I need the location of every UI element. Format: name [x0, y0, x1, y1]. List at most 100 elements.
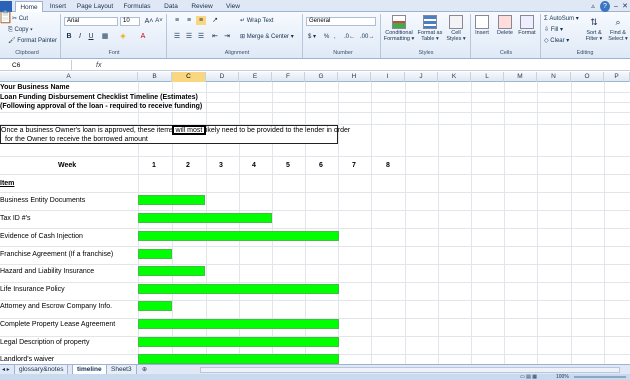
column-header-e[interactable]: E	[239, 72, 272, 82]
item-label[interactable]: Business Entity Documents	[0, 196, 85, 205]
format-cells-button[interactable]: Format	[516, 15, 538, 36]
item-label[interactable]: Tax ID #'s	[0, 214, 31, 223]
week-number[interactable]: 4	[252, 161, 256, 170]
font-color-icon[interactable]: A	[138, 32, 148, 41]
increase-decimal-icon[interactable]: .0←	[344, 33, 355, 41]
item-label[interactable]: Franchise Agreement (If a franchise)	[0, 250, 113, 259]
week-number[interactable]: 6	[319, 161, 323, 170]
minimize-ribbon-icon[interactable]: ▵	[588, 1, 598, 12]
column-header-f[interactable]: F	[272, 72, 305, 82]
merge-center-button[interactable]: ⊞ Merge & Center ▾	[240, 33, 294, 41]
delete-cells-button[interactable]: Delete	[494, 15, 516, 36]
paste-icon[interactable]: 📋	[0, 11, 13, 23]
comma-button[interactable]: ,	[334, 33, 336, 41]
percent-button[interactable]: %	[324, 33, 329, 41]
format-as-table-button[interactable]: Format as Table ▾	[416, 15, 444, 42]
insert-function-button[interactable]: fx	[96, 60, 108, 71]
timeline-bar[interactable]	[138, 284, 339, 294]
autosum-button[interactable]: Σ AutoSum ▾	[544, 15, 579, 23]
insert-cells-button[interactable]: Insert	[472, 15, 492, 36]
zoom-level[interactable]: 100%	[556, 374, 569, 380]
column-header-g[interactable]: G	[305, 72, 338, 82]
tab-view[interactable]: View	[222, 1, 244, 12]
timeline-bar[interactable]	[138, 195, 205, 205]
column-header-a[interactable]: A	[0, 72, 138, 82]
item-label[interactable]: Attorney and Escrow Company Info.	[0, 302, 112, 311]
font-size-select[interactable]: 10	[120, 17, 140, 26]
cell-styles-button[interactable]: Cell Styles ▾	[444, 15, 468, 42]
horizontal-scrollbar[interactable]	[200, 367, 620, 373]
week-number[interactable]: 2	[186, 161, 190, 170]
wrap-text-button[interactable]: ↵ Wrap Text	[240, 17, 274, 25]
week-number[interactable]: 3	[219, 161, 223, 170]
timeline-bar[interactable]	[138, 301, 172, 311]
column-header-k[interactable]: K	[438, 72, 471, 82]
timeline-bar[interactable]	[138, 337, 339, 347]
week-number[interactable]: 8	[386, 161, 390, 170]
timeline-bar[interactable]	[138, 213, 272, 223]
tab-data[interactable]: Data	[160, 1, 182, 12]
tab-formulas[interactable]: Formulas	[122, 1, 152, 12]
item-label[interactable]: Landlord's waiver	[0, 355, 54, 364]
item-label[interactable]: Complete Property Lease Agreement	[0, 320, 115, 329]
decrease-indent-icon[interactable]: ⇤	[210, 32, 220, 41]
font-name-select[interactable]: Arial	[64, 17, 118, 26]
clear-button[interactable]: ◇ Clear ▾	[544, 37, 569, 45]
tab-home[interactable]: Home	[15, 1, 43, 12]
instructions-box[interactable]: Once a business Owner's loan is approved…	[0, 125, 350, 144]
week-number[interactable]: 7	[352, 161, 356, 170]
decrease-decimal-icon[interactable]: .00→	[360, 33, 374, 41]
timeline-bar[interactable]	[138, 249, 172, 259]
name-box[interactable]: C6	[0, 60, 72, 71]
column-header-i[interactable]: I	[371, 72, 405, 82]
align-middle-icon[interactable]: ≡	[184, 16, 194, 25]
number-format-select[interactable]: General	[306, 17, 376, 26]
italic-button[interactable]: I	[75, 32, 85, 41]
item-label[interactable]: Legal Description of property	[0, 338, 90, 347]
tab-insert[interactable]: Insert	[46, 1, 70, 12]
find-select-button[interactable]: ⌕ Find & Select ▾	[606, 15, 630, 42]
item-label[interactable]: Hazard and Liability Insurance	[0, 267, 94, 276]
increase-indent-icon[interactable]: ⇥	[222, 32, 232, 41]
cut-button[interactable]: ✂ Cut	[12, 15, 28, 23]
timeline-bar[interactable]	[138, 354, 339, 364]
timeline-bar[interactable]	[138, 319, 339, 329]
underline-button[interactable]: U	[86, 32, 96, 41]
sheet-subtitle[interactable]: Loan Funding Disbursement Checklist Time…	[0, 93, 198, 102]
fill-color-icon[interactable]: ◈	[118, 32, 128, 41]
column-header-b[interactable]: B	[138, 72, 172, 82]
grow-font-icon[interactable]: A˄	[144, 17, 154, 26]
tab-page-layout[interactable]: Page Layout	[76, 1, 114, 12]
timeline-bar[interactable]	[138, 266, 205, 276]
formula-input[interactable]	[110, 61, 630, 71]
align-top-icon[interactable]: ≡	[172, 16, 182, 25]
item-label[interactable]: Evidence of Cash Injection	[0, 232, 83, 241]
sort-filter-button[interactable]: ⇅ Sort & Filter ▾	[584, 15, 604, 42]
borders-icon[interactable]: ▦	[100, 32, 110, 41]
currency-button[interactable]: $ ▾	[308, 33, 316, 41]
conditional-formatting-button[interactable]: Conditional Formatting ▾	[382, 15, 416, 42]
align-left-icon[interactable]: ☰	[172, 32, 182, 41]
week-number[interactable]: 1	[152, 161, 156, 170]
close-window-icon[interactable]: ✕	[621, 1, 629, 12]
view-buttons[interactable]: ▭ ▤ ▦	[520, 374, 537, 380]
bold-button[interactable]: B	[64, 32, 74, 41]
align-bottom-icon[interactable]: ≡	[196, 16, 206, 25]
column-header-o[interactable]: O	[571, 72, 604, 82]
orientation-icon[interactable]: ↗	[210, 16, 220, 25]
week-label[interactable]: Week	[58, 161, 76, 170]
column-header-d[interactable]: D	[206, 72, 239, 82]
minimize-window-icon[interactable]: –	[612, 1, 620, 12]
timeline-bar[interactable]	[138, 231, 339, 241]
item-label[interactable]: Life Insurance Policy	[0, 285, 65, 294]
sheet-subtitle-note[interactable]: (Following approval of the loan - requir…	[0, 102, 202, 111]
copy-button[interactable]: ⎘ Copy ▾	[8, 26, 33, 34]
sheet-title[interactable]: Your Business Name	[0, 83, 70, 92]
week-number[interactable]: 5	[286, 161, 290, 170]
fill-button[interactable]: ⇩ Fill ▾	[544, 26, 563, 34]
item-header[interactable]: Item	[0, 179, 14, 188]
zoom-slider[interactable]	[574, 376, 626, 378]
column-header-c[interactable]: C	[172, 72, 206, 82]
column-header-l[interactable]: L	[471, 72, 504, 82]
help-icon[interactable]: ?	[600, 1, 610, 12]
